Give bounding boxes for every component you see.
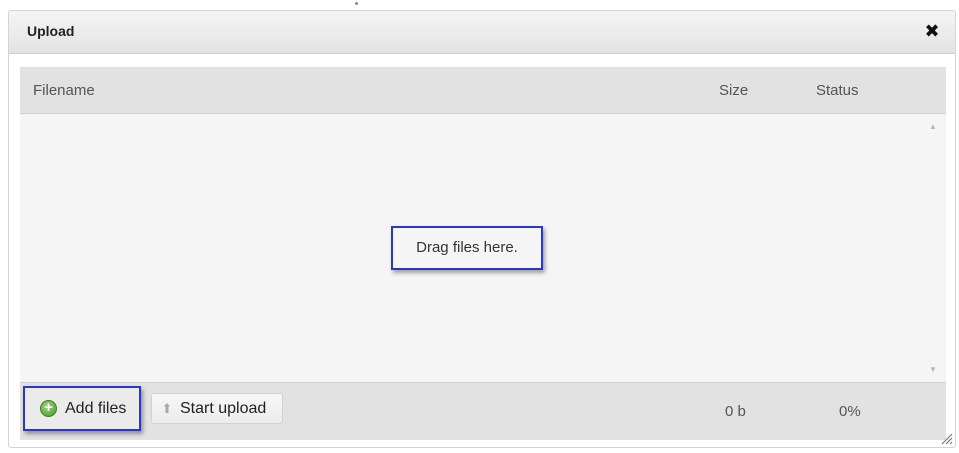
- resize-handle-icon[interactable]: [939, 431, 953, 445]
- start-upload-button[interactable]: ⬆ Start upload: [151, 393, 283, 424]
- dialog-titlebar[interactable]: Upload ✖: [9, 11, 955, 54]
- add-files-button[interactable]: + Add files: [23, 386, 141, 431]
- top-marker: [355, 2, 358, 5]
- file-list: Filename Size Status ▲ Drag files here. …: [20, 67, 946, 440]
- start-upload-label: Start upload: [180, 400, 267, 417]
- scroll-down-icon[interactable]: ▼: [928, 365, 938, 375]
- drop-area[interactable]: ▲ Drag files here. ▼: [20, 114, 946, 381]
- total-size: 0 b: [725, 403, 746, 420]
- column-header-status: Status: [816, 82, 859, 99]
- add-files-label: Add files: [65, 400, 127, 417]
- dialog-title: Upload: [27, 23, 75, 39]
- column-header-size: Size: [719, 82, 749, 99]
- scroll-up-icon[interactable]: ▲: [928, 122, 938, 132]
- drop-hint: Drag files here.: [391, 226, 543, 270]
- file-list-header: Filename Size Status: [20, 67, 946, 114]
- total-status: 0%: [839, 403, 861, 420]
- column-header-filename: Filename: [33, 82, 95, 99]
- file-list-footer: + Add files ⬆ Start upload 0 b 0%: [20, 382, 946, 440]
- upload-dialog: Upload ✖ Filename Size Status ▲ Drag fil…: [8, 10, 956, 448]
- up-arrow-icon: ⬆: [161, 401, 173, 416]
- add-circle-icon: +: [40, 400, 57, 417]
- close-icon[interactable]: ✖: [921, 20, 943, 42]
